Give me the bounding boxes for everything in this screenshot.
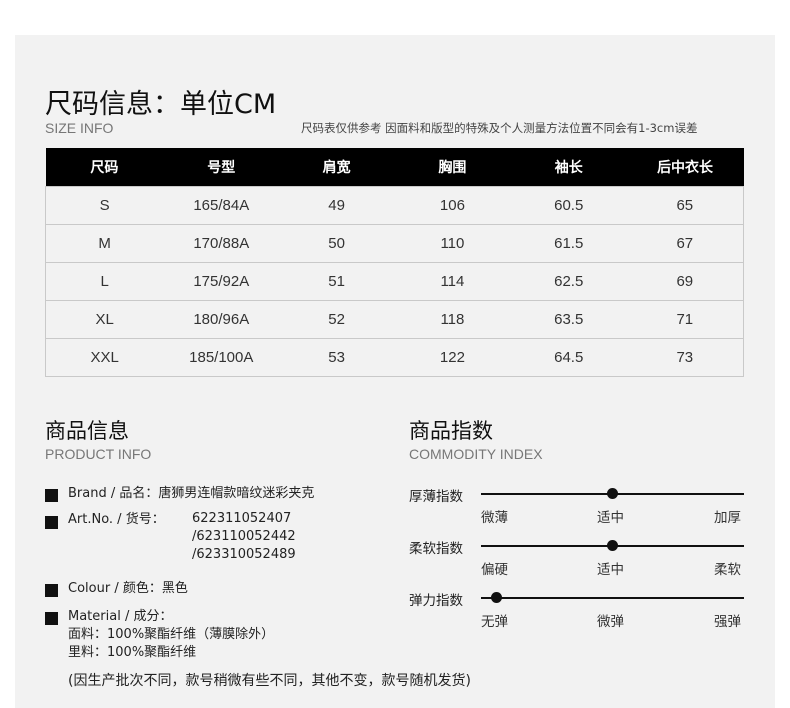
- softness-index-marker: [607, 540, 618, 551]
- table-cell: 62.5: [510, 262, 627, 301]
- bullet-icon: [45, 584, 58, 597]
- thickness-option-thin: 微薄: [481, 510, 508, 526]
- table-cell: 53: [279, 338, 394, 377]
- table-cell: 63.5: [510, 300, 627, 339]
- colour-line: Colour / 颜色：黑色: [68, 581, 188, 596]
- table-cell: 165/84A: [163, 186, 280, 225]
- art-number-1: 622311052407: [192, 511, 292, 526]
- table-cell: 118: [394, 300, 511, 339]
- softness-option-medium: 适中: [597, 562, 624, 578]
- size-table-header: 尺码 号型 肩宽 胸围 袖长 后中衣长: [45, 148, 744, 187]
- table-row: M 170/88A 50 110 61.5 67: [45, 224, 744, 263]
- header-length: 后中衣长: [626, 148, 744, 187]
- softness-option-soft: 柔软: [714, 562, 741, 578]
- bullet-icon: [45, 516, 58, 529]
- product-info-title: 商品信息: [45, 419, 129, 443]
- commodity-index-title: 商品指数: [409, 419, 493, 443]
- table-cell: 73: [626, 338, 744, 377]
- size-note: 尺码表仅供参考 因面料和版型的特殊及个人测量方法位置不同会有1-3cm误差: [301, 121, 698, 135]
- table-cell: 170/88A: [163, 224, 280, 263]
- table-cell: 114: [394, 262, 511, 301]
- elasticity-index-label: 弹力指数: [409, 593, 463, 609]
- table-row: XXL 185/100A 53 122 64.5 73: [45, 338, 744, 377]
- table-cell: 64.5: [510, 338, 627, 377]
- elasticity-index-track: [481, 597, 744, 599]
- table-cell: 51: [279, 262, 394, 301]
- elasticity-option-none: 无弹: [481, 614, 508, 630]
- table-cell: 110: [394, 224, 511, 263]
- table-cell: 175/92A: [163, 262, 280, 301]
- bullet-icon: [45, 612, 58, 625]
- art-number-2: /623110052442: [192, 529, 296, 544]
- art-number-3: /623310052489: [192, 547, 296, 562]
- material-lining: 里料：100%聚酯纤维: [68, 645, 197, 660]
- table-cell: XL: [45, 300, 164, 339]
- size-info-title: 尺码信息：单位CM: [45, 89, 277, 120]
- header-model: 号型: [163, 148, 280, 187]
- table-cell: S: [45, 186, 164, 225]
- table-cell: 69: [626, 262, 744, 301]
- table-cell: 185/100A: [163, 338, 280, 377]
- table-cell: 122: [394, 338, 511, 377]
- table-cell: 71: [626, 300, 744, 339]
- elasticity-option-strong: 强弹: [714, 614, 741, 630]
- size-table: 尺码 号型 肩宽 胸围 袖长 后中衣长 S 165/84A 49 106 60.…: [45, 148, 744, 377]
- table-cell: 60.5: [510, 186, 627, 225]
- commodity-index-subtitle: COMMODITY INDEX: [409, 446, 543, 462]
- table-cell: 106: [394, 186, 511, 225]
- table-row: L 175/92A 51 114 62.5 69: [45, 262, 744, 301]
- softness-option-hard: 偏硬: [481, 562, 508, 578]
- table-cell: 180/96A: [163, 300, 280, 339]
- bullet-icon: [45, 489, 58, 502]
- table-cell: 67: [626, 224, 744, 263]
- art-number-label: Art.No. / 货号：: [68, 512, 165, 527]
- thickness-option-thick: 加厚: [714, 510, 741, 526]
- product-info-subtitle: PRODUCT INFO: [45, 446, 152, 462]
- table-cell: 50: [279, 224, 394, 263]
- table-cell: 52: [279, 300, 394, 339]
- header-size: 尺码: [45, 148, 164, 187]
- elasticity-option-slight: 微弹: [597, 614, 624, 630]
- header-chest: 胸围: [394, 148, 511, 187]
- table-row: S 165/84A 49 106 60.5 65: [45, 186, 744, 225]
- table-cell: L: [45, 262, 164, 301]
- table-cell: 49: [279, 186, 394, 225]
- table-cell: M: [45, 224, 164, 263]
- brand-line: Brand / 品名：唐狮男连帽款暗纹迷彩夹克: [68, 486, 315, 501]
- header-sleeve: 袖长: [510, 148, 627, 187]
- material-label: Material / 成分：: [68, 609, 173, 624]
- table-row: XL 180/96A 52 118 63.5 71: [45, 300, 744, 339]
- table-cell: 65: [626, 186, 744, 225]
- table-cell: XXL: [45, 338, 164, 377]
- size-info-subtitle: SIZE INFO: [45, 120, 114, 136]
- thickness-option-medium: 适中: [597, 510, 624, 526]
- softness-index-label: 柔软指数: [409, 541, 463, 557]
- batch-disclaimer: (因生产批次不同，款号稍微有些不同，其他不变，款号随机发货): [68, 673, 471, 689]
- thickness-index-label: 厚薄指数: [409, 489, 463, 505]
- material-outer: 面料：100%聚酯纤维（薄膜除外）: [68, 627, 275, 642]
- header-shoulder: 肩宽: [279, 148, 394, 187]
- elasticity-index-marker: [491, 592, 502, 603]
- table-cell: 61.5: [510, 224, 627, 263]
- thickness-index-marker: [607, 488, 618, 499]
